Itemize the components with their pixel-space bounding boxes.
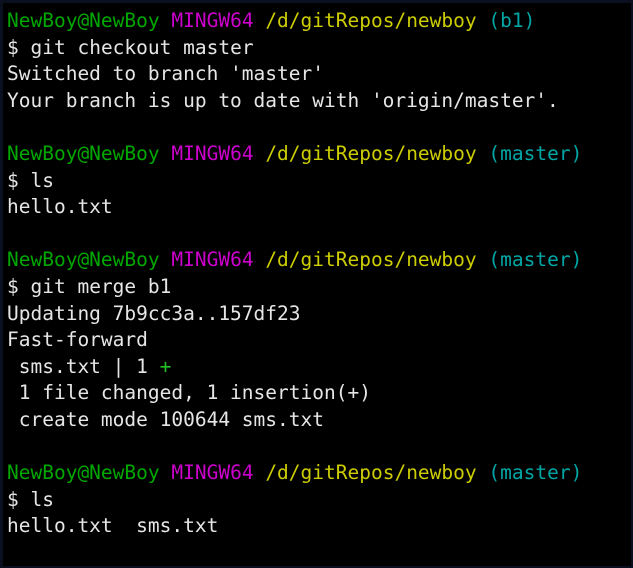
output-line: hello.txt sms.txt xyxy=(7,513,631,540)
output-text: hello.txt xyxy=(7,195,113,219)
prompt-line: NewBoy@NewBoy MINGW64 /d/gitRepos/newboy… xyxy=(7,460,631,487)
output-text: Switched to branch 'master' xyxy=(7,62,324,86)
command-text: git merge b1 xyxy=(30,274,172,298)
output-line: create mode 100644 sms.txt xyxy=(7,407,631,434)
command-line[interactable]: $ ls xyxy=(7,168,631,195)
prompt-user-host: NewBoy@NewBoy xyxy=(7,141,160,165)
terminal-window[interactable]: NewBoy@NewBoy MINGW64 /d/gitRepos/newboy… xyxy=(0,0,633,568)
prompt-shell-name: MINGW64 xyxy=(171,248,254,272)
prompt-line: NewBoy@NewBoy MINGW64 /d/gitRepos/newboy… xyxy=(7,247,631,274)
diffstat-plus-marker: + xyxy=(159,354,172,378)
prompt-branch: (master) xyxy=(488,141,583,165)
output-line: 1 file changed, 1 insertion(+) xyxy=(7,380,631,407)
output-line: Switched to branch 'master' xyxy=(7,61,631,88)
output-line: hello.txt xyxy=(7,194,631,221)
prompt-line: NewBoy@NewBoy MINGW64 /d/gitRepos/newboy… xyxy=(7,8,631,35)
prompt-path: /d/gitRepos/newboy xyxy=(265,141,477,165)
command-text: git checkout master xyxy=(30,35,254,59)
prompt-shell-name: MINGW64 xyxy=(171,9,254,32)
output-text: hello.txt sms.txt xyxy=(7,514,219,538)
command-line[interactable]: $ git merge b1 xyxy=(7,274,631,301)
command-text: ls xyxy=(30,168,54,192)
prompt-dollar-sign: $ xyxy=(7,168,19,192)
prompt-user-host: NewBoy@NewBoy xyxy=(7,9,160,32)
prompt-path: /d/gitRepos/newboy xyxy=(265,461,477,485)
prompt-branch: (master) xyxy=(488,461,583,485)
prompt-line: NewBoy@NewBoy MINGW64 /d/gitRepos/newboy… xyxy=(7,141,631,168)
prompt-shell-name: MINGW64 xyxy=(171,461,254,485)
prompt-path: /d/gitRepos/newboy xyxy=(265,248,477,272)
prompt-user-host: NewBoy@NewBoy xyxy=(7,248,160,272)
prompt-dollar-sign: $ xyxy=(7,274,19,298)
prompt-path: /d/gitRepos/newboy xyxy=(265,9,477,32)
command-line[interactable]: $ ls xyxy=(7,487,631,514)
output-line: sms.txt | 1 + xyxy=(7,354,631,381)
prompt-user-host: NewBoy@NewBoy xyxy=(7,461,160,485)
output-text: create mode 100644 sms.txt xyxy=(7,407,324,431)
prompt-shell-name: MINGW64 xyxy=(171,141,254,165)
output-text: Fast-forward xyxy=(7,328,148,352)
prompt-dollar-sign: $ xyxy=(7,35,19,59)
output-text: 1 file changed, 1 insertion(+) xyxy=(7,381,371,405)
output-text: Your branch is up to date with 'origin/m… xyxy=(7,88,559,112)
output-text: Updating 7b9cc3a..157df23 xyxy=(7,301,301,325)
prompt-branch: (master) xyxy=(488,248,583,272)
output-text: sms.txt | 1 xyxy=(7,354,160,378)
output-line: Updating 7b9cc3a..157df23 xyxy=(7,301,631,328)
output-line: Your branch is up to date with 'origin/m… xyxy=(7,88,631,115)
command-text: ls xyxy=(30,487,54,511)
prompt-dollar-sign: $ xyxy=(7,487,19,511)
output-line: Fast-forward xyxy=(7,327,631,354)
prompt-branch: (b1) xyxy=(488,9,536,32)
command-line[interactable]: $ git checkout master xyxy=(7,35,631,62)
